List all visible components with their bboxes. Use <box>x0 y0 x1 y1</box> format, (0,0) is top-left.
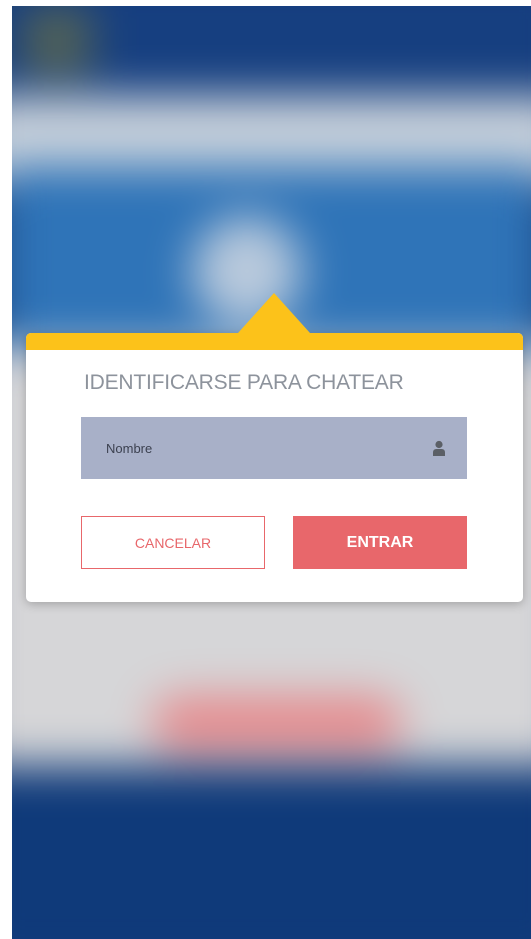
dialog-pointer <box>238 293 310 333</box>
bg-red-button <box>152 696 402 751</box>
dialog-title: IDENTIFICARSE PARA CHATEAR <box>84 371 404 394</box>
enter-button[interactable]: ENTRAR <box>293 516 467 569</box>
name-input[interactable] <box>81 417 411 479</box>
chat-login-dialog: IDENTIFICARSE PARA CHATEAR CANCELAR ENTR… <box>26 293 523 602</box>
bg-logo <box>22 6 92 76</box>
cancel-button[interactable]: CANCELAR <box>81 516 265 569</box>
dialog-top-bar <box>26 333 523 350</box>
bg-footer <box>12 766 531 939</box>
name-field[interactable] <box>81 417 467 479</box>
user-icon <box>432 440 446 456</box>
